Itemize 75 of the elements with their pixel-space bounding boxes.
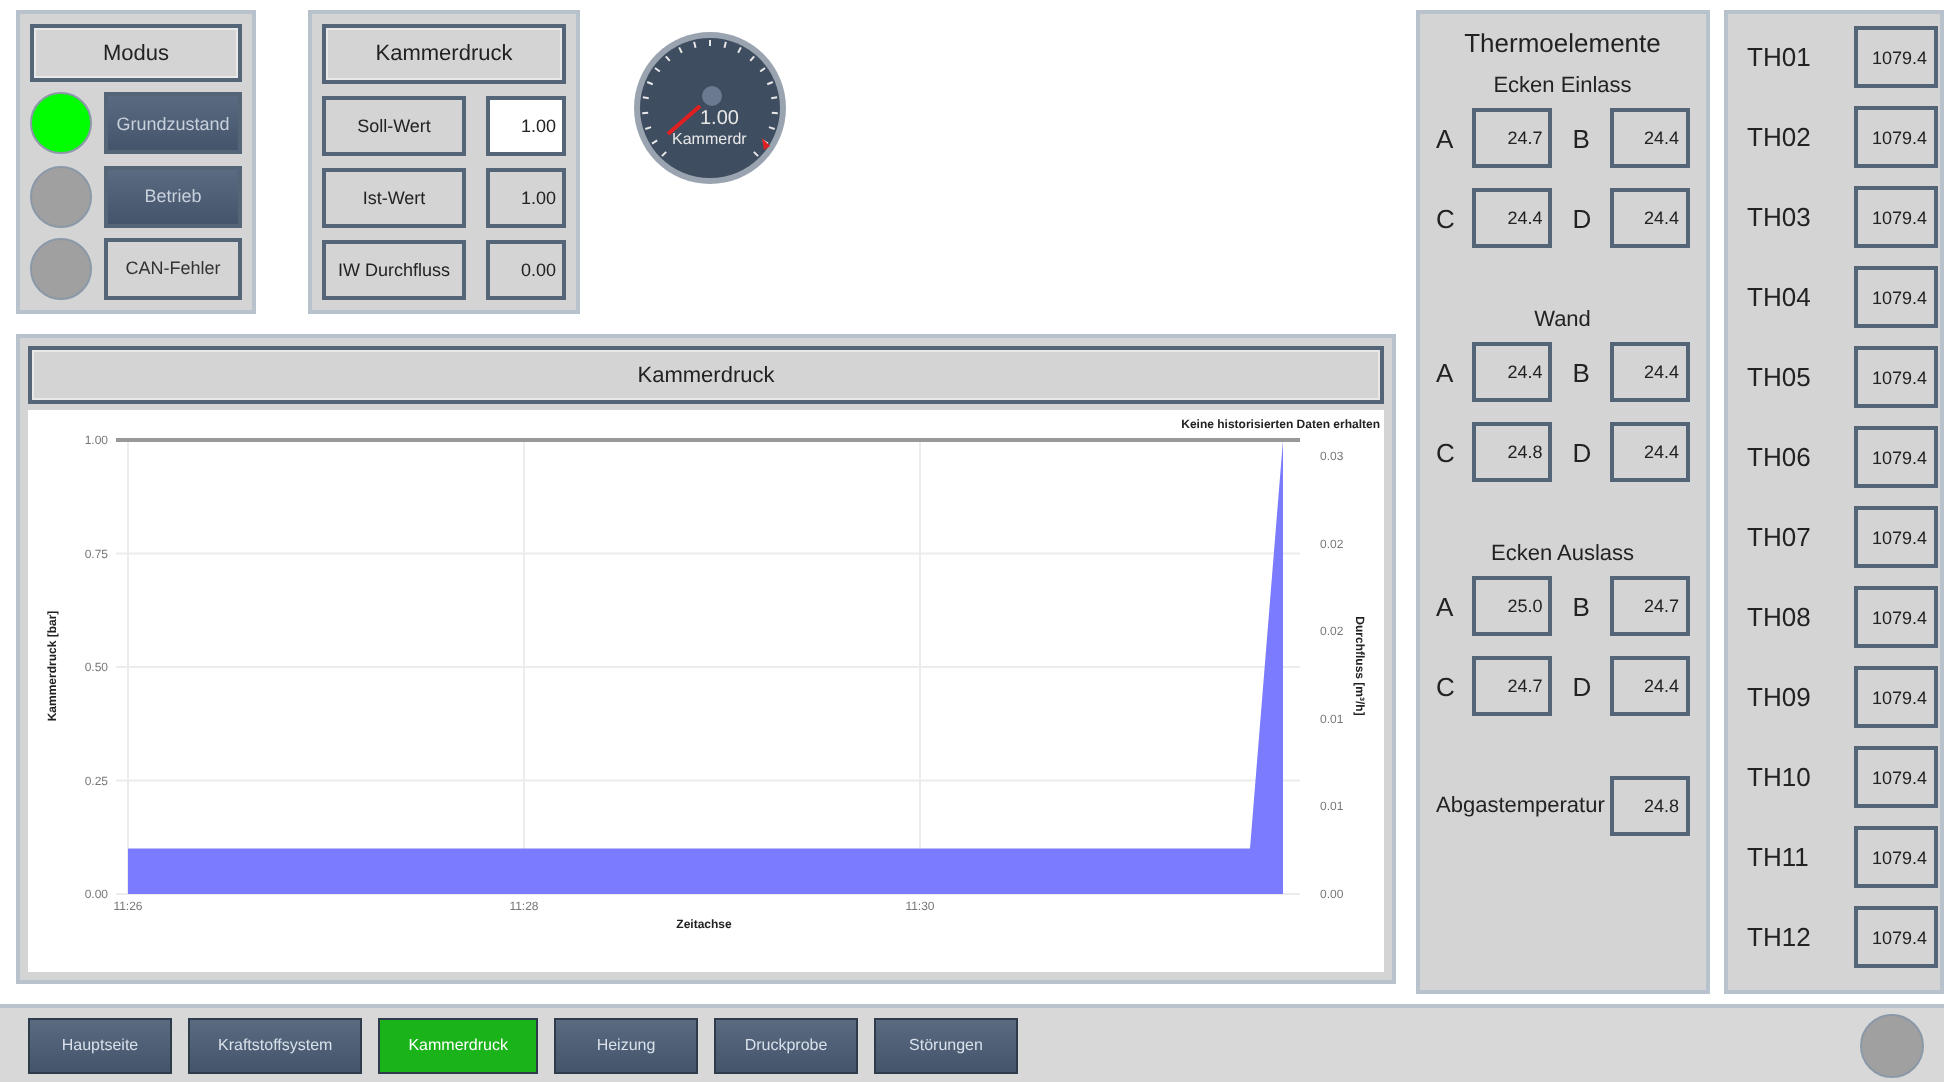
nav-button[interactable]: Heizung xyxy=(554,1017,698,1073)
value-display: 1079.4 xyxy=(1853,906,1938,968)
value-label: IW Durchfluss xyxy=(322,240,466,300)
sensor-label: C xyxy=(1436,671,1457,701)
value-display: 1079.4 xyxy=(1853,586,1938,648)
value-display: 1079.4 xyxy=(1853,26,1938,88)
value-display: 24.4 xyxy=(1609,422,1690,482)
panel-title: Kammerdruck xyxy=(322,24,566,84)
value-display: 1079.4 xyxy=(1853,266,1938,328)
value-display: 24.7 xyxy=(1472,656,1553,716)
sensor-label: TH08 xyxy=(1747,602,1813,632)
sensor-label: A xyxy=(1436,123,1456,153)
value-display: 24.4 xyxy=(1472,188,1553,248)
value-display: 1079.4 xyxy=(1853,666,1938,728)
value-display: 1079.4 xyxy=(1853,746,1938,808)
mode-button[interactable]: Betrieb xyxy=(104,165,242,228)
value-display: 24.4 xyxy=(1609,342,1690,402)
group-title: Ecken Einlass xyxy=(1491,74,1634,98)
sensor-label: D xyxy=(1572,437,1594,467)
nav-button[interactable]: Kraftstoffsystem xyxy=(188,1017,363,1073)
sensor-label: C xyxy=(1436,437,1457,467)
status-lamp xyxy=(1860,1013,1924,1077)
sensor-label: A xyxy=(1436,591,1456,621)
sensor-label: TH06 xyxy=(1747,442,1813,472)
group-title: Ecken Auslass xyxy=(1488,542,1637,566)
value-label: Ist-Wert xyxy=(322,168,466,228)
value-display: 24.4 xyxy=(1472,342,1553,402)
mode-button[interactable]: Grundzustand xyxy=(104,92,242,155)
sensor-label: B xyxy=(1572,591,1592,621)
gauge-label: Kammerdr xyxy=(672,130,747,148)
sensor-label: C xyxy=(1436,203,1457,233)
panel-title: Modus xyxy=(30,24,242,83)
nav-button[interactable]: Hauptseite xyxy=(28,1017,172,1073)
value-display: 24.8 xyxy=(1609,776,1690,836)
value-display: 25.0 xyxy=(1472,576,1553,636)
nav-button[interactable]: Kammerdruck xyxy=(378,1017,538,1073)
value-display: 1079.4 xyxy=(1853,186,1938,248)
sensor-label: B xyxy=(1572,357,1592,387)
sensor-label: TH11 xyxy=(1747,842,1811,872)
sensor-label: TH09 xyxy=(1747,682,1813,712)
sensor-label: A xyxy=(1436,357,1456,387)
sensor-label: TH03 xyxy=(1747,202,1813,232)
sensor-label: TH10 xyxy=(1747,762,1813,792)
sensor-label: TH07 xyxy=(1747,522,1813,552)
sensor-label: D xyxy=(1572,671,1594,701)
sensor-label: D xyxy=(1572,203,1594,233)
value-display: 1079.4 xyxy=(1853,106,1938,168)
sensor-label: TH12 xyxy=(1747,922,1813,952)
value-display: 0.00 xyxy=(486,240,566,300)
panel-title: Kammerdruck xyxy=(28,346,1384,404)
sensor-label: TH02 xyxy=(1747,122,1813,152)
mode-button[interactable]: CAN-Fehler xyxy=(104,237,242,300)
value-display: 24.7 xyxy=(1472,108,1553,168)
value-display: 1079.4 xyxy=(1853,506,1938,568)
sensor-label: B xyxy=(1572,123,1592,153)
group-title: Wand xyxy=(1532,308,1593,332)
nav-button[interactable]: Störungen xyxy=(874,1017,1018,1073)
sensor-label: TH04 xyxy=(1747,282,1813,312)
sensor-label: Abgastemperatur xyxy=(1436,794,1605,818)
input-field[interactable]: 1.00 xyxy=(486,96,566,156)
nav-button[interactable]: Druckprobe xyxy=(714,1017,858,1073)
value-label: Soll-Wert xyxy=(322,96,466,156)
value-display: 24.4 xyxy=(1609,656,1690,716)
value-display: 24.8 xyxy=(1472,422,1553,482)
value-display: 24.4 xyxy=(1609,108,1690,168)
sensor-label: TH01 xyxy=(1747,42,1813,72)
value-display: 1079.4 xyxy=(1853,346,1938,408)
value-display: 1.00 xyxy=(486,168,566,228)
value-display: 1079.4 xyxy=(1853,426,1938,488)
sensor-label: TH05 xyxy=(1747,362,1813,392)
panel-title: Thermoelemente xyxy=(1462,28,1663,58)
gauge-value: 1.00 xyxy=(700,108,739,130)
value-display: 1079.4 xyxy=(1853,826,1938,888)
value-display: 24.4 xyxy=(1609,188,1690,248)
value-display: 24.7 xyxy=(1609,576,1690,636)
